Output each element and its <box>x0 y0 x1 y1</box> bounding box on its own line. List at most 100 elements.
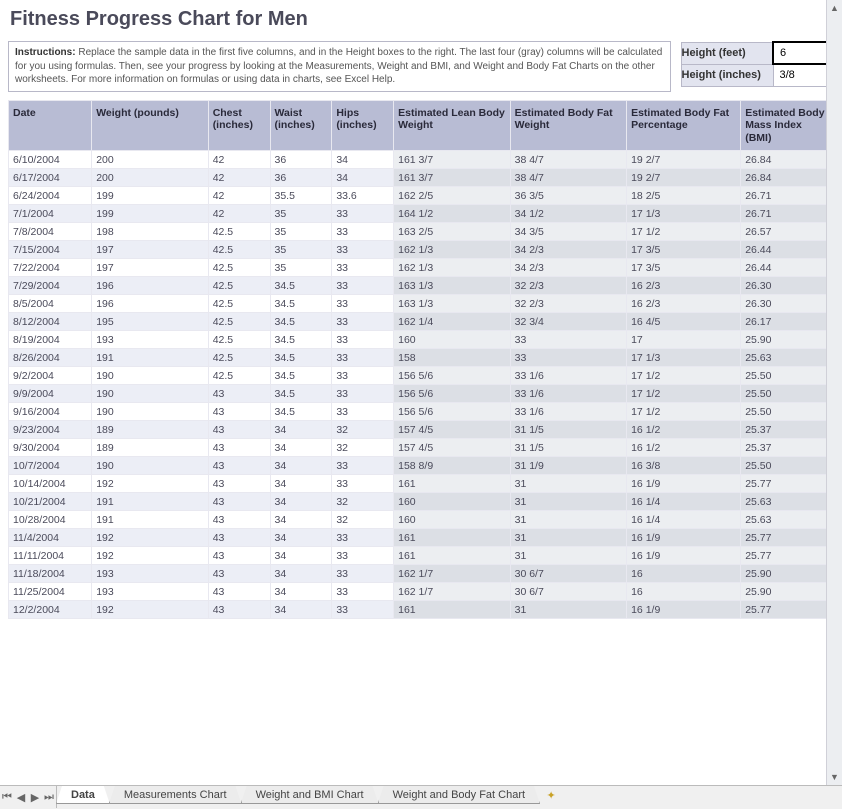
cell-weight[interactable]: 189 <box>92 439 208 457</box>
cell-hips[interactable]: 33 <box>332 547 394 565</box>
cell-bmi[interactable]: 26.44 <box>741 241 834 259</box>
cell-bfw[interactable]: 31 <box>510 493 626 511</box>
cell-chest[interactable]: 42.5 <box>208 259 270 277</box>
cell-bfp[interactable]: 16 <box>627 583 741 601</box>
cell-bfp[interactable]: 16 1/4 <box>627 511 741 529</box>
cell-bmi[interactable]: 26.30 <box>741 295 834 313</box>
cell-hips[interactable]: 33 <box>332 475 394 493</box>
cell-chest[interactable]: 43 <box>208 547 270 565</box>
cell-lean[interactable]: 156 5/6 <box>394 403 510 421</box>
cell-bfp[interactable]: 16 1/2 <box>627 421 741 439</box>
cell-bfp[interactable]: 16 3/8 <box>627 457 741 475</box>
col-weight[interactable]: Weight (pounds) <box>92 100 208 151</box>
sheet-tab[interactable]: Measurements Chart <box>109 786 242 804</box>
cell-chest[interactable]: 42 <box>208 187 270 205</box>
cell-waist[interactable]: 34 <box>270 565 332 583</box>
cell-lean[interactable]: 156 5/6 <box>394 367 510 385</box>
cell-chest[interactable]: 42 <box>208 169 270 187</box>
scroll-up-icon[interactable]: ▲ <box>827 0 842 16</box>
cell-bfp[interactable]: 16 1/9 <box>627 601 741 619</box>
cell-lean[interactable]: 162 1/3 <box>394 259 510 277</box>
cell-waist[interactable]: 34 <box>270 511 332 529</box>
cell-bfp[interactable]: 16 1/4 <box>627 493 741 511</box>
cell-date[interactable]: 10/21/2004 <box>9 493 92 511</box>
cell-bfp[interactable]: 17 1/3 <box>627 205 741 223</box>
cell-chest[interactable]: 43 <box>208 421 270 439</box>
cell-chest[interactable]: 43 <box>208 565 270 583</box>
cell-waist[interactable]: 34.5 <box>270 331 332 349</box>
cell-lean[interactable]: 162 2/5 <box>394 187 510 205</box>
cell-hips[interactable]: 33 <box>332 565 394 583</box>
cell-bmi[interactable]: 25.90 <box>741 331 834 349</box>
cell-waist[interactable]: 34 <box>270 421 332 439</box>
cell-hips[interactable]: 33 <box>332 367 394 385</box>
cell-bfw[interactable]: 33 <box>510 331 626 349</box>
cell-weight[interactable]: 195 <box>92 313 208 331</box>
cell-hips[interactable]: 33 <box>332 277 394 295</box>
cell-lean[interactable]: 157 4/5 <box>394 421 510 439</box>
cell-waist[interactable]: 34 <box>270 493 332 511</box>
cell-lean[interactable]: 161 <box>394 529 510 547</box>
col-hips[interactable]: Hips (inches) <box>332 100 394 151</box>
cell-hips[interactable]: 34 <box>332 151 394 169</box>
col-waist[interactable]: Waist (inches) <box>270 100 332 151</box>
cell-date[interactable]: 6/17/2004 <box>9 169 92 187</box>
col-bfw[interactable]: Estimated Body Fat Weight <box>510 100 626 151</box>
cell-bfw[interactable]: 36 3/5 <box>510 187 626 205</box>
cell-bfw[interactable]: 38 4/7 <box>510 151 626 169</box>
cell-hips[interactable]: 33 <box>332 529 394 547</box>
cell-waist[interactable]: 36 <box>270 151 332 169</box>
cell-date[interactable]: 6/10/2004 <box>9 151 92 169</box>
cell-date[interactable]: 11/11/2004 <box>9 547 92 565</box>
cell-bfp[interactable]: 19 2/7 <box>627 151 741 169</box>
cell-bfp[interactable]: 18 2/5 <box>627 187 741 205</box>
cell-bfw[interactable]: 38 4/7 <box>510 169 626 187</box>
cell-weight[interactable]: 197 <box>92 241 208 259</box>
cell-lean[interactable]: 163 1/3 <box>394 277 510 295</box>
cell-lean[interactable]: 156 5/6 <box>394 385 510 403</box>
cell-weight[interactable]: 192 <box>92 547 208 565</box>
cell-bfw[interactable]: 32 2/3 <box>510 295 626 313</box>
cell-chest[interactable]: 42.5 <box>208 313 270 331</box>
cell-chest[interactable]: 42 <box>208 151 270 169</box>
cell-waist[interactable]: 35 <box>270 241 332 259</box>
cell-weight[interactable]: 191 <box>92 511 208 529</box>
cell-hips[interactable]: 33 <box>332 403 394 421</box>
cell-weight[interactable]: 198 <box>92 223 208 241</box>
cell-bmi[interactable]: 26.17 <box>741 313 834 331</box>
cell-date[interactable]: 7/1/2004 <box>9 205 92 223</box>
cell-waist[interactable]: 34 <box>270 529 332 547</box>
cell-chest[interactable]: 43 <box>208 493 270 511</box>
cell-bfw[interactable]: 34 1/2 <box>510 205 626 223</box>
cell-bmi[interactable]: 25.63 <box>741 511 834 529</box>
cell-bfp[interactable]: 17 <box>627 331 741 349</box>
cell-bmi[interactable]: 25.37 <box>741 439 834 457</box>
cell-chest[interactable]: 42.5 <box>208 349 270 367</box>
scroll-down-icon[interactable]: ▼ <box>827 769 842 785</box>
cell-hips[interactable]: 32 <box>332 493 394 511</box>
cell-weight[interactable]: 193 <box>92 583 208 601</box>
cell-bfw[interactable]: 31 <box>510 547 626 565</box>
cell-bfp[interactable]: 16 2/3 <box>627 277 741 295</box>
cell-date[interactable]: 8/5/2004 <box>9 295 92 313</box>
cell-bfw[interactable]: 31 1/9 <box>510 457 626 475</box>
cell-bfw[interactable]: 30 6/7 <box>510 583 626 601</box>
cell-waist[interactable]: 34 <box>270 547 332 565</box>
cell-date[interactable]: 9/2/2004 <box>9 367 92 385</box>
cell-hips[interactable]: 32 <box>332 439 394 457</box>
cell-bmi[interactable]: 25.77 <box>741 601 834 619</box>
cell-date[interactable]: 11/4/2004 <box>9 529 92 547</box>
col-bmi[interactable]: Estimated Body Mass Index (BMI) <box>741 100 834 151</box>
cell-bfw[interactable]: 33 1/6 <box>510 403 626 421</box>
cell-weight[interactable]: 199 <box>92 205 208 223</box>
insert-sheet-icon[interactable]: ✦ <box>540 786 562 802</box>
cell-bfp[interactable]: 17 1/2 <box>627 385 741 403</box>
cell-lean[interactable]: 157 4/5 <box>394 439 510 457</box>
cell-weight[interactable]: 190 <box>92 457 208 475</box>
cell-bfw[interactable]: 32 2/3 <box>510 277 626 295</box>
cell-date[interactable]: 8/19/2004 <box>9 331 92 349</box>
cell-bfp[interactable]: 17 1/2 <box>627 223 741 241</box>
cell-lean[interactable]: 160 <box>394 493 510 511</box>
cell-lean[interactable]: 160 <box>394 511 510 529</box>
cell-bmi[interactable]: 25.50 <box>741 385 834 403</box>
